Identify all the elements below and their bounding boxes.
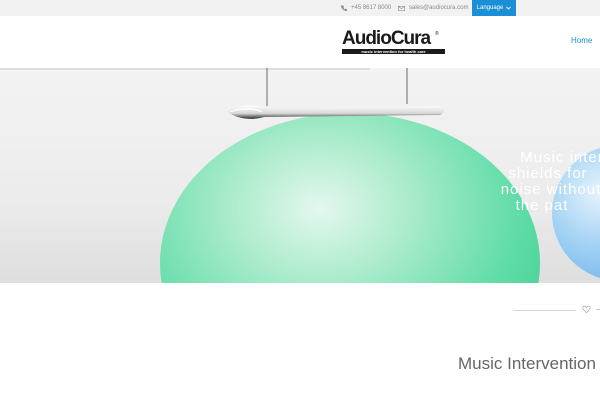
logo-tagline: music intervention for health care: [342, 49, 445, 54]
envelope-icon: [398, 5, 405, 11]
site-header: AudioCura ® music intervention for healt…: [0, 16, 600, 68]
hero-line-1: Music inter: [520, 149, 600, 166]
email-address: sales@audiocura.com: [409, 5, 469, 11]
heart-outline-icon: [582, 305, 591, 314]
phone-number: +45 8617 8000: [351, 5, 392, 11]
intro-section: Music Intervention: [0, 283, 600, 400]
hero-headline: Music inter shields for noise without th…: [460, 150, 600, 214]
chevron-down-icon: [506, 6, 512, 10]
language-label: Language: [476, 5, 504, 11]
hero-line-3: noise without: [500, 181, 600, 198]
email-contact[interactable]: sales@audiocura.com: [398, 0, 468, 16]
phone-icon: [341, 5, 347, 11]
hero-slider: Music inter shields for noise without th…: [0, 68, 600, 283]
section-title: Music Intervention: [458, 354, 596, 373]
hero-line-4: the pat: [515, 197, 569, 214]
phone-contact[interactable]: +45 8617 8000: [341, 0, 391, 16]
logo-registered-mark: ®: [435, 31, 439, 37]
language-dropdown-button[interactable]: Language: [472, 0, 516, 16]
logo-wordmark: AudioCura: [342, 28, 431, 49]
nav-home-link[interactable]: Home: [571, 36, 592, 45]
divider-line: [513, 310, 576, 311]
hero-line-2: shields for: [508, 165, 588, 182]
site-logo[interactable]: AudioCura ® music intervention for healt…: [342, 28, 447, 56]
top-bar: +45 8617 8000 sales@audiocura.com Langua…: [0, 0, 600, 16]
divider-line-right: [596, 309, 600, 310]
